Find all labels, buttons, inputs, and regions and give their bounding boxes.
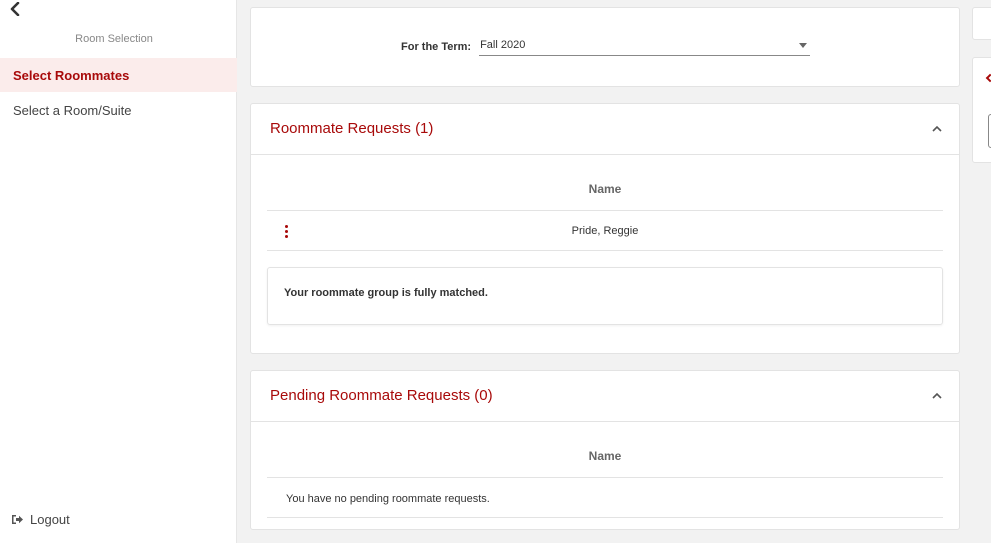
sidebar-item-select-roommates[interactable]: Select Roommates <box>0 58 237 92</box>
sidebar-item-label: Select a Room/Suite <box>13 102 132 118</box>
panel-title: Pending Roommate Requests (0) <box>270 387 493 404</box>
panel-header: Pending Roommate Requests (0) <box>251 371 959 422</box>
logout-button[interactable]: Logout <box>11 509 70 529</box>
panel-title: Roommate Requests (1) <box>270 120 434 137</box>
term-value: Fall 2020 <box>480 39 526 51</box>
panel-header: Roommate Requests (1) <box>251 104 959 155</box>
logout-icon <box>12 514 23 524</box>
sidebar-item-label: Select Roommates <box>13 67 130 83</box>
right-edge-card <box>972 7 991 40</box>
chevron-left-icon <box>10 2 20 16</box>
table-row: Pride, Reggie <box>267 212 943 251</box>
name-column-header[interactable]: Name <box>267 422 943 478</box>
match-status-notice: Your roommate group is fully matched. <box>267 267 943 325</box>
empty-message: You have no pending roommate requests. <box>267 479 943 518</box>
collapse-button[interactable] <box>929 120 945 136</box>
right-edge-card <box>972 57 991 163</box>
term-label: For the Term: <box>401 41 472 53</box>
term-card: For the Term: Fall 2020 <box>250 7 960 87</box>
roommate-requests-panel: Roommate Requests (1) Name Pride, Reggie… <box>250 103 960 354</box>
back-button[interactable] <box>6 0 24 18</box>
chevron-up-icon <box>932 125 942 132</box>
name-column-header[interactable]: Name <box>267 155 943 211</box>
roommate-name: Pride, Reggie <box>571 225 639 237</box>
sidebar-heading: Room Selection <box>75 33 153 45</box>
pending-requests-panel: Pending Roommate Requests (0) Name You h… <box>250 370 960 530</box>
sidebar-item-select-room[interactable]: Select a Room/Suite <box>0 93 237 127</box>
dropdown-caret-icon <box>799 43 808 48</box>
term-row: For the Term: Fall 2020 <box>401 38 811 56</box>
sidebar: Room Selection Select Roommates Select a… <box>0 0 237 543</box>
logout-label: Logout <box>30 511 70 527</box>
chevron-left-icon <box>985 73 991 83</box>
chevron-up-icon <box>932 392 942 399</box>
collapse-button[interactable] <box>929 387 945 403</box>
term-select[interactable]: Fall 2020 <box>479 38 811 56</box>
